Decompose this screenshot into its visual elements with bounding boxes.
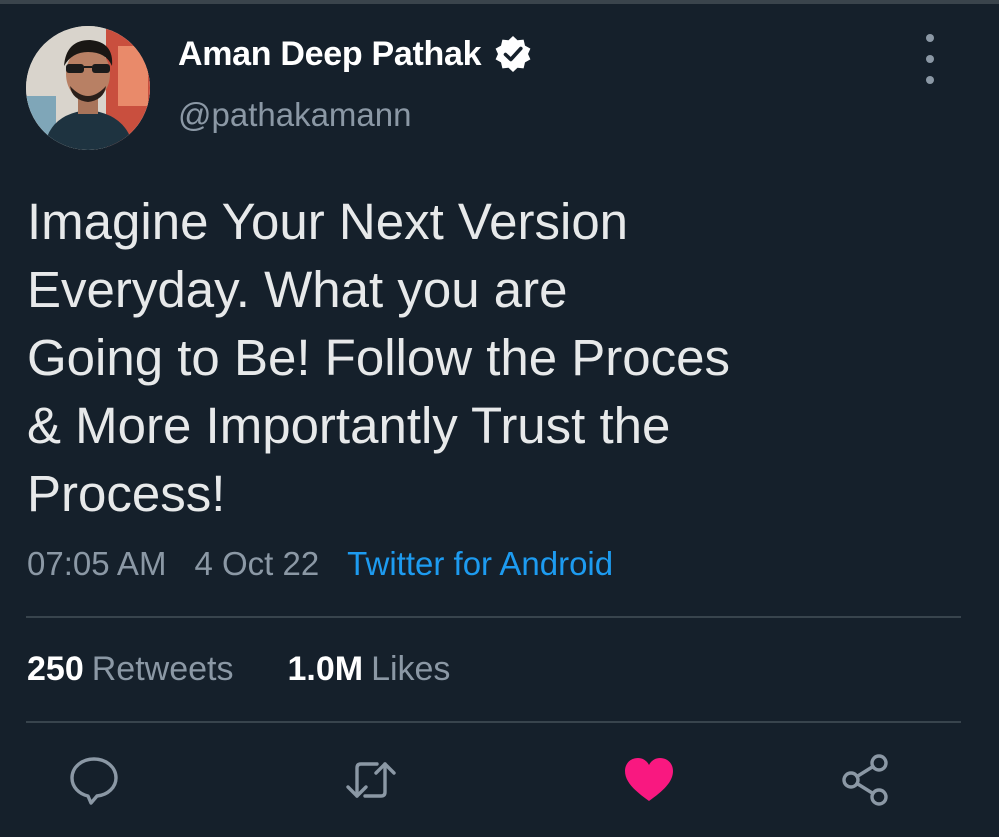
reply-button[interactable] — [66, 752, 122, 808]
heart-icon — [625, 758, 673, 801]
likes-count: 1.0M — [287, 650, 364, 688]
retweet-button[interactable] — [343, 752, 399, 808]
more-options-icon[interactable] — [916, 34, 944, 84]
retweets-label: Retweets — [91, 650, 234, 688]
retweets-stat[interactable]: 250 Retweets — [27, 650, 233, 689]
author-display-name[interactable]: Aman Deep Pathak — [178, 35, 482, 74]
tweet-stats: 250 Retweets 1.0M Likes — [27, 650, 450, 689]
tweet-meta: 07:05 AM 4 Oct 22 Twitter for Android — [27, 545, 613, 583]
likes-stat[interactable]: 1.0M Likes — [287, 650, 450, 689]
tweet-text: Imagine Your Next Version Everyday. What… — [27, 193, 731, 522]
likes-label: Likes — [371, 650, 451, 688]
divider — [26, 721, 961, 723]
tweet-detail: Aman Deep Pathak @pathakamann Imagine Yo… — [0, 0, 999, 837]
retweets-count: 250 — [27, 650, 84, 688]
verified-badge-icon — [493, 34, 533, 74]
tweet-time: 07:05 AM — [27, 545, 167, 582]
avatar[interactable] — [26, 26, 150, 150]
top-border — [0, 0, 999, 4]
avatar-image — [26, 26, 150, 150]
share-button[interactable] — [838, 752, 894, 808]
tweet-source-link[interactable]: Twitter for Android — [347, 545, 613, 583]
reply-bubble-icon — [70, 757, 118, 805]
like-button[interactable] — [621, 752, 677, 808]
author-handle[interactable]: @pathakamann — [178, 96, 411, 134]
share-icon — [842, 754, 888, 806]
author-name-row: Aman Deep Pathak — [178, 32, 533, 76]
retweet-icon — [346, 762, 396, 798]
tweet-date: 4 Oct 22 — [194, 545, 320, 582]
divider — [26, 616, 961, 618]
